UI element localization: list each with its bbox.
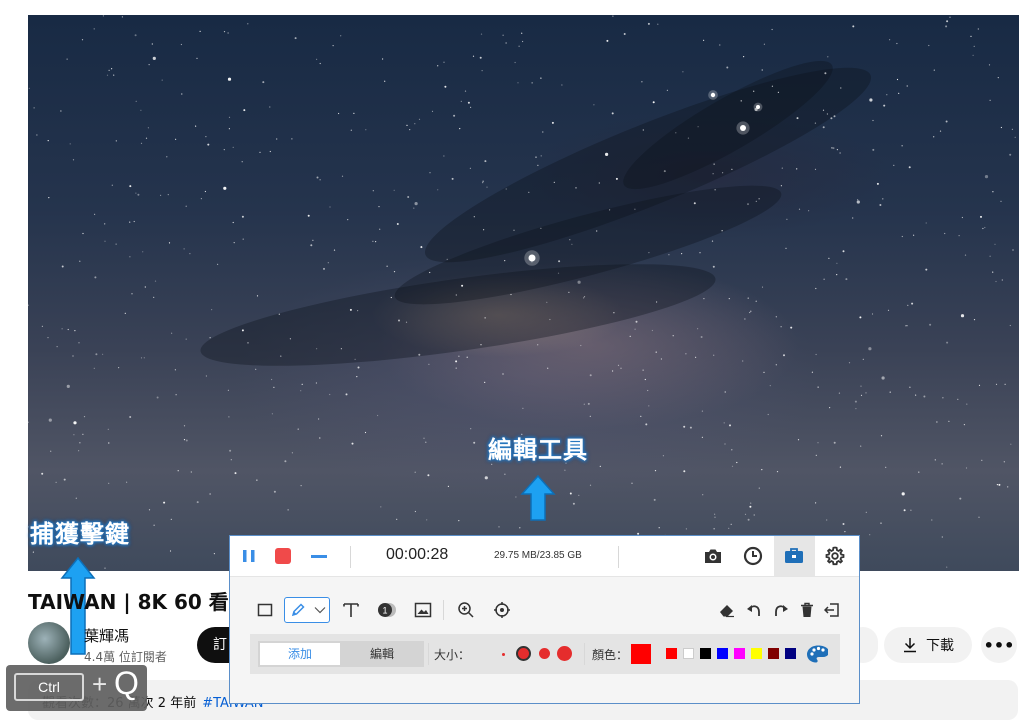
keystroke-overlay: Ctrl + Q <box>6 665 147 711</box>
pen-tool-dropdown[interactable] <box>284 597 330 623</box>
svg-text:1: 1 <box>382 606 387 616</box>
recording-timer: 00:00:28 <box>386 546 449 563</box>
toolbox-button[interactable] <box>783 545 805 567</box>
settings-button[interactable] <box>824 545 846 567</box>
edit-mode-tab[interactable]: 編輯 <box>342 643 422 665</box>
rectangle-tool[interactable] <box>254 599 276 621</box>
rectangle-icon <box>257 603 273 617</box>
delete-button[interactable] <box>796 599 818 621</box>
number-marker-icon: 1 <box>378 603 396 617</box>
color-label: 顏色： <box>592 648 629 662</box>
avatar[interactable] <box>28 622 70 664</box>
spotlight-tool[interactable] <box>491 599 513 621</box>
toolbox-icon <box>785 548 803 563</box>
text-icon <box>343 603 359 617</box>
recorder-toolbar: 00:00:28 29.75 MB/23.85 GB 1 添加 編輯 大小： 顏… <box>229 535 860 704</box>
color-swatch[interactable] <box>717 648 728 659</box>
trash-icon <box>801 602 813 617</box>
download-icon <box>904 638 916 653</box>
color-swatch[interactable] <box>700 648 711 659</box>
more-actions-button[interactable]: ••• <box>981 627 1017 663</box>
zoom-tool[interactable] <box>455 599 477 621</box>
mode-toggle: 添加 編輯 <box>258 641 424 667</box>
color-swatch[interactable] <box>768 648 779 659</box>
size-option-xlarge[interactable] <box>557 646 572 661</box>
size-option-medium[interactable] <box>518 648 529 659</box>
edit-tools-annotation: 編輯工具 <box>488 436 588 464</box>
pause-icon <box>243 550 255 562</box>
color-swatch[interactable] <box>734 648 745 659</box>
recorder-control-bar: 00:00:28 29.75 MB/23.85 GB <box>230 536 859 577</box>
screenshot-button[interactable] <box>702 545 724 567</box>
minimize-button[interactable] <box>308 545 330 567</box>
add-mode-tab[interactable]: 添加 <box>260 643 340 665</box>
image-icon <box>414 602 432 618</box>
undo-icon <box>747 605 760 616</box>
divider <box>350 546 351 568</box>
color-swatch[interactable] <box>683 648 694 659</box>
download-button[interactable]: 下載 <box>884 627 972 663</box>
download-label: 下載 <box>926 638 954 654</box>
file-size: 29.75 MB/23.85 GB <box>494 550 582 561</box>
crosshair-icon <box>494 602 510 618</box>
capture-hotkey-annotation: 捕獲擊鍵 <box>30 520 130 548</box>
schedule-button[interactable] <box>742 545 764 567</box>
text-tool[interactable] <box>340 599 362 621</box>
subscriber-count: 4.4萬 位訂閱者 <box>84 650 167 664</box>
tool-options-bar: 添加 編輯 大小： 顏色： <box>250 634 840 674</box>
divider <box>428 643 429 665</box>
stop-record-button[interactable] <box>272 545 294 567</box>
arrow-up-icon <box>520 474 556 521</box>
gear-icon <box>825 546 845 566</box>
clock-icon <box>743 546 763 566</box>
plus-sign: + <box>92 669 108 699</box>
color-swatch[interactable] <box>666 648 677 659</box>
q-key: Q <box>114 665 139 701</box>
zoom-in-icon <box>458 602 474 618</box>
undo-button[interactable] <box>743 599 765 621</box>
custom-color-button[interactable] <box>806 643 828 665</box>
redo-icon <box>775 605 788 616</box>
redo-button[interactable] <box>770 599 792 621</box>
chevron-down-icon <box>314 607 326 614</box>
color-swatch[interactable] <box>751 648 762 659</box>
divider <box>618 546 619 568</box>
exit-edit-button[interactable] <box>821 599 843 621</box>
ctrl-key: Ctrl <box>14 673 84 701</box>
divider <box>584 643 585 665</box>
palette-icon <box>807 645 828 663</box>
pause-button[interactable] <box>238 545 260 567</box>
color-swatch[interactable] <box>785 648 796 659</box>
stop-icon <box>275 548 291 564</box>
channel-name[interactable]: 葉輝馮 <box>84 625 129 646</box>
size-label: 大小： <box>434 648 471 662</box>
camera-icon <box>705 549 721 563</box>
image-tool[interactable] <box>412 599 434 621</box>
size-option-small[interactable] <box>502 653 505 656</box>
pen-icon <box>291 603 305 617</box>
divider <box>443 600 444 620</box>
selected-color-swatch[interactable] <box>631 644 651 664</box>
step-number-tool[interactable]: 1 <box>376 599 398 621</box>
size-option-large[interactable] <box>539 648 550 659</box>
eraser-tool[interactable] <box>716 599 738 621</box>
exit-icon <box>824 603 839 617</box>
eraser-icon <box>720 605 734 618</box>
minimize-icon <box>311 555 327 558</box>
